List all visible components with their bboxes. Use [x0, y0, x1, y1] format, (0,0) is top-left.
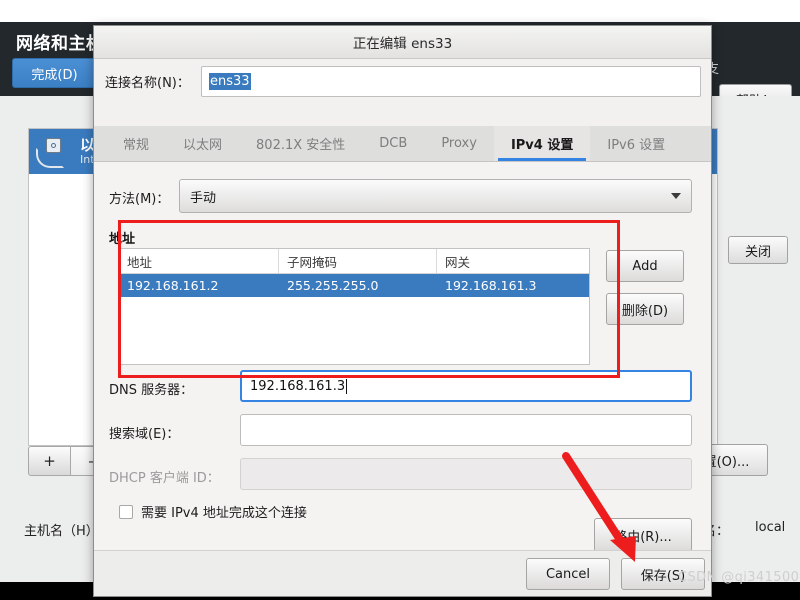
tab-proxy[interactable]: Proxy [424, 126, 494, 161]
method-label: 方法(M)： [109, 192, 170, 207]
search-domains-label: 搜索域(E)： [109, 427, 180, 442]
dns-servers-input[interactable]: 192.168.161.3 [240, 370, 692, 402]
connection-name-label: 连接名称(N)： [105, 76, 190, 91]
dialog-title-bar: 正在编辑 ens33 [94, 26, 711, 59]
hostname-label: 主机名（H） [24, 524, 99, 539]
edit-connection-dialog: 正在编辑 ens33 连接名称(N)： ens33 常规 以太网 802.1X … [93, 25, 712, 597]
cell-netmask: 255.255.255.0 [287, 278, 379, 293]
dns-servers-label: DNS 服务器： [109, 383, 194, 398]
add-connection-button[interactable]: + [28, 446, 71, 476]
method-selected-value: 手动 [190, 190, 217, 206]
ethernet-icon [36, 137, 72, 168]
require-ipv4-checkbox[interactable] [119, 504, 133, 519]
current-hostname-value: local [755, 520, 786, 535]
tab-ipv6-settings[interactable]: IPv6 设置 [590, 126, 682, 161]
dns-servers-value: 192.168.161.3 [250, 378, 346, 394]
cancel-button[interactable]: Cancel [526, 558, 610, 590]
background-top-strip [0, 0, 800, 22]
tab-8021x-security[interactable]: 802.1X 安全性 [239, 126, 362, 161]
table-row[interactable]: 192.168.161.2 255.255.255.0 192.168.161.… [119, 274, 589, 297]
addresses-table[interactable]: 地址 子网掩码 网关 192.168.161.2 255.255.255.0 1… [118, 248, 590, 365]
column-header-netmask: 子网掩码 [279, 249, 437, 273]
watermark: CSDN @qi341500 [678, 570, 800, 585]
tab-dcb[interactable]: DCB [362, 126, 424, 161]
dhcp-client-id-input [240, 458, 692, 490]
addresses-heading: 地址 [109, 232, 136, 247]
cell-address: 192.168.161.2 [127, 278, 219, 293]
add-address-button[interactable]: Add [606, 250, 684, 282]
chevron-down-icon [671, 193, 681, 199]
delete-address-button[interactable]: 删除(D) [606, 293, 684, 325]
search-domains-input[interactable] [240, 414, 692, 446]
close-button[interactable]: 关闭 [728, 236, 788, 264]
table-header-row: 地址 子网掩码 网关 [119, 249, 589, 274]
done-button[interactable]: 完成(D) [12, 58, 97, 88]
column-header-address: 地址 [119, 249, 279, 273]
connection-name-value: ens33 [209, 73, 251, 90]
dhcp-client-id-label: DHCP 客户端 ID： [109, 471, 220, 486]
dialog-footer: Cancel 保存(S) [94, 550, 711, 596]
cell-gateway: 192.168.161.3 [445, 278, 537, 293]
column-header-gateway: 网关 [445, 254, 471, 270]
routes-button[interactable]: 路由(R)... [594, 518, 692, 552]
tab-general[interactable]: 常规 [106, 126, 166, 161]
dialog-tab-bar: 常规 以太网 802.1X 安全性 DCB Proxy IPv4 设置 IPv6… [94, 126, 711, 162]
tab-ethernet[interactable]: 以太网 [166, 126, 239, 161]
require-ipv4-checkbox-row[interactable]: 需要 IPv4 地址完成这个连接 [119, 502, 307, 521]
text-caret [346, 378, 348, 394]
connection-name-input[interactable]: ens33 [201, 66, 701, 97]
tab-ipv4-settings[interactable]: IPv4 设置 [493, 126, 591, 161]
connection-name-row: 连接名称(N)： ens33 [94, 59, 711, 104]
dialog-title: 正在编辑 ens33 [352, 36, 453, 52]
method-select[interactable]: 手动 [179, 179, 692, 213]
ipv4-settings-panel: 方法(M)： 手动 地址 地址 子网掩码 网关 192.168.161.2 25… [94, 162, 711, 552]
screen: 网络和主机名 完成(D) 支 帮助！ 以太网 Intel [0, 0, 800, 600]
require-ipv4-label: 需要 IPv4 地址完成这个连接 [141, 506, 307, 521]
